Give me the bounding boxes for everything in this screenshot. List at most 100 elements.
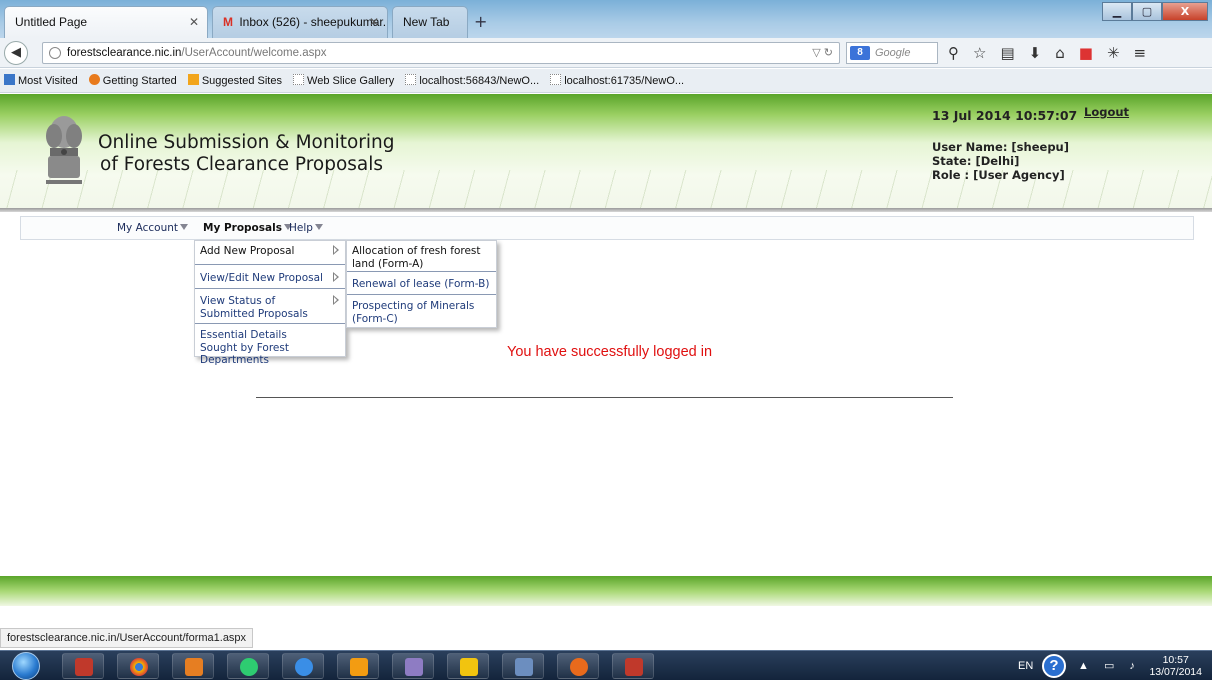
minimize-button[interactable]: ▁: [1102, 2, 1132, 21]
web-page: Online Submission & Monitoring of Forest…: [0, 94, 1212, 624]
tab-title: Inbox (526) - sheepukumar...: [239, 15, 388, 29]
system-tray: EN ? ▲ ▭ ♪ 10:57 13/07/2014: [982, 651, 1212, 680]
bookmark-getting-started[interactable]: Getting Started: [88, 69, 177, 93]
suggested-sites-icon: [187, 74, 199, 85]
search-box[interactable]: 8 Google: [846, 42, 938, 64]
gmail-icon: M: [223, 15, 233, 29]
page-icon: [293, 74, 305, 85]
help-icon[interactable]: ?: [1042, 654, 1066, 678]
tools-taskbar-icon[interactable]: [392, 653, 434, 679]
menu-help[interactable]: Help: [289, 222, 323, 234]
acrobat-taskbar-icon[interactable]: [62, 653, 104, 679]
user-state: State: [Delhi]: [932, 154, 1020, 168]
menu-my-account[interactable]: My Account: [117, 222, 189, 234]
bookmark-localhost-56843[interactable]: localhost:56843/NewO...: [405, 69, 539, 93]
browser-nav-bar: ◀ forestsclearance.nic.in/UserAccount/we…: [0, 38, 1212, 68]
tray-icons[interactable]: ▲ ▭ ♪: [1078, 659, 1141, 672]
bookmark-localhost-61735[interactable]: localhost:61735/NewO...: [550, 69, 684, 93]
menu-item-view-status[interactable]: View Status of Submitted Proposals: [195, 289, 345, 324]
media-taskbar-icon[interactable]: [172, 653, 214, 679]
window-controls: ▁ ▢ X: [1102, 2, 1208, 22]
home-icon[interactable]: ⌂: [1055, 44, 1065, 62]
tab-title: New Tab: [403, 15, 450, 29]
banner-divider: [0, 208, 1212, 212]
site-header-banner: Online Submission & Monitoring of Forest…: [0, 94, 1212, 210]
taskbar-clock[interactable]: 10:57 13/07/2014: [1149, 654, 1202, 678]
menu-icon[interactable]: ≡: [1134, 44, 1147, 62]
chevron-right-icon: [333, 272, 339, 282]
taskbar-apps: [62, 653, 654, 679]
back-arrow-icon[interactable]: ◀: [4, 41, 28, 65]
bookmark-star-icon[interactable]: ☆: [973, 44, 986, 62]
addon-icon[interactable]: ■: [1079, 44, 1093, 62]
main-menu-bar: My Account My Proposals Help: [20, 216, 1194, 240]
tab-new-tab[interactable]: New Tab: [392, 6, 468, 38]
url-path: /UserAccount/welcome.aspx: [181, 47, 327, 59]
explorer-taskbar-icon[interactable]: [447, 653, 489, 679]
new-tab-plus-icon[interactable]: +: [474, 12, 487, 31]
search-placeholder: Google: [875, 47, 911, 59]
menu-item-essential-details[interactable]: Essential Details Sought by Forest Depar…: [195, 324, 345, 366]
site-title: Online Submission & Monitoring of Forest…: [98, 132, 395, 176]
tab-untitled-page[interactable]: Untitled Page ✕: [4, 6, 208, 38]
menu-item-view-edit-proposal[interactable]: View/Edit New Proposal: [195, 265, 345, 289]
windows-taskbar: EN ? ▲ ▭ ♪ 10:57 13/07/2014: [0, 650, 1212, 680]
browser-status-url: forestsclearance.nic.in/UserAccount/form…: [0, 628, 254, 648]
google-icon: 8: [850, 46, 870, 60]
address-bar[interactable]: forestsclearance.nic.in/UserAccount/welc…: [42, 42, 840, 64]
chrome-taskbar-icon[interactable]: [117, 653, 159, 679]
menu-item-add-new-proposal[interactable]: Add New Proposal: [195, 241, 345, 265]
close-window-button[interactable]: X: [1162, 2, 1208, 21]
visual-studio-taskbar-icon[interactable]: [502, 653, 544, 679]
network-taskbar-icon[interactable]: [227, 653, 269, 679]
url-host: forestsclearance.nic.in: [67, 47, 182, 59]
page-icon: [550, 74, 562, 85]
user-role: Role : [User Agency]: [932, 168, 1065, 182]
chevron-right-icon: [333, 245, 339, 255]
bookmark-suggested-sites[interactable]: Suggested Sites: [187, 69, 282, 93]
add-proposal-submenu: Allocation of fresh forest land (Form-A)…: [346, 240, 497, 328]
menu-my-proposals[interactable]: My Proposals: [203, 222, 292, 234]
close-tab-icon[interactable]: ✕: [189, 15, 199, 29]
reload-icon[interactable]: ▽ ↻: [812, 43, 833, 63]
footer-banner: [0, 576, 1212, 606]
user-name: User Name: [sheepu]: [932, 140, 1069, 154]
windows-start-icon[interactable]: [12, 652, 40, 680]
ie-taskbar-icon[interactable]: [282, 653, 324, 679]
language-indicator[interactable]: EN: [1018, 660, 1033, 672]
clock-date: 13/07/2014: [1149, 666, 1202, 678]
logout-link[interactable]: Logout: [1084, 105, 1129, 119]
extension-icon[interactable]: ✳: [1107, 44, 1120, 62]
horizontal-divider: [256, 397, 953, 398]
page-icon: [405, 74, 417, 85]
menu-item-form-b[interactable]: Renewal of lease (Form-B): [347, 272, 496, 295]
screen: Untitled Page ✕ M Inbox (526) - sheepuku…: [0, 0, 1212, 680]
ie-icon: [4, 74, 15, 85]
site-title-line1: Online Submission & Monitoring: [98, 132, 395, 153]
chevron-down-icon: [314, 224, 323, 230]
bookmarks-list-icon[interactable]: ▤: [1000, 44, 1014, 62]
chevron-right-icon: [333, 295, 339, 305]
site-title-line2: of Forests Clearance Proposals: [100, 154, 384, 175]
vlc-taskbar-icon[interactable]: [337, 653, 379, 679]
close-tab-icon[interactable]: ✕: [369, 15, 379, 29]
menu-item-form-c[interactable]: Prospecting of Minerals (Form-C): [347, 295, 496, 327]
toolbar-icons: ⚲ ☆ ▤ ⬇ ⌂ ■ ✳ ≡: [948, 44, 1146, 62]
chevron-down-icon: [180, 224, 189, 230]
my-proposals-dropdown: Add New Proposal View/Edit New Proposal …: [194, 240, 346, 366]
search-icon[interactable]: ⚲: [948, 44, 959, 62]
clock-time: 10:57: [1162, 654, 1189, 666]
tab-inbox[interactable]: M Inbox (526) - sheepukumar... ✕: [212, 6, 388, 38]
current-datetime: 13 Jul 2014 10:57:07: [932, 108, 1078, 123]
bookmark-most-visited[interactable]: Most Visited: [4, 69, 78, 93]
bookmark-web-slice-gallery[interactable]: Web Slice Gallery: [293, 69, 394, 93]
national-emblem-icon: [46, 116, 82, 184]
tab-title: Untitled Page: [15, 15, 88, 29]
bookmarks-bar: Most Visited Getting Started Suggested S…: [0, 69, 1212, 93]
menu-item-form-a[interactable]: Allocation of fresh forest land (Form-A): [347, 241, 496, 272]
firefox-taskbar-icon[interactable]: [557, 653, 599, 679]
download-icon[interactable]: ⬇: [1029, 44, 1042, 62]
maximize-button[interactable]: ▢: [1132, 2, 1162, 21]
globe-icon: [49, 47, 61, 59]
filezilla-taskbar-icon[interactable]: [612, 653, 654, 679]
